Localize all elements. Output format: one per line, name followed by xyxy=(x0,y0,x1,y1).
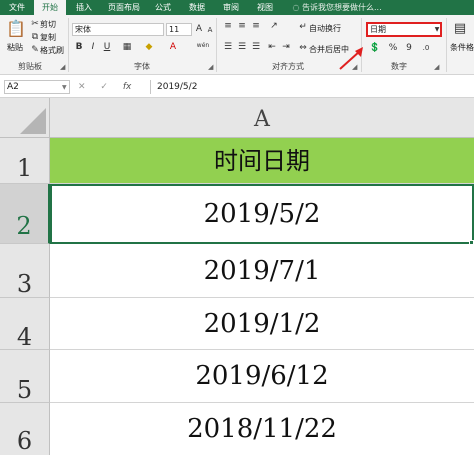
wrap-text-icon: ↵ xyxy=(299,22,307,32)
tab-review[interactable]: 审阅 xyxy=(214,0,248,15)
insert-function-icon[interactable]: fx xyxy=(123,82,132,92)
font-launcher-icon[interactable]: ◢ xyxy=(208,63,213,71)
font-name-select[interactable]: 宋体 xyxy=(72,23,164,36)
copy-button[interactable]: 复制 xyxy=(40,32,56,43)
cell-a6[interactable]: 2018/11/22 xyxy=(50,403,474,455)
chevron-down-icon[interactable]: ▼ xyxy=(433,25,441,35)
group-label-font: 字体 xyxy=(134,62,150,71)
confirm-entry-icon[interactable]: ✓ xyxy=(100,82,108,92)
align-top-icon[interactable]: ≡ xyxy=(222,21,234,31)
group-separator xyxy=(446,18,447,72)
accounting-format-icon[interactable]: 💲 xyxy=(368,43,382,53)
row-header-4[interactable]: 4 xyxy=(0,298,50,351)
cell-a3[interactable]: 2019/7/1 xyxy=(50,244,474,298)
ribbon-home: 📋 粘贴 ✂ 剪切 ⧉ 复制 ✎ 格式刷 剪贴板 ◢ 宋体 11 A A B I… xyxy=(0,15,474,75)
align-bottom-icon[interactable]: ≡ xyxy=(250,21,262,31)
underline-button[interactable]: U xyxy=(102,42,112,52)
select-all-corner[interactable] xyxy=(0,98,50,138)
row-header-5[interactable]: 5 xyxy=(0,350,50,404)
chevron-down-icon[interactable]: ▼ xyxy=(62,84,67,91)
row-header-3[interactable]: 3 xyxy=(0,244,50,298)
align-left-icon[interactable]: ☰ xyxy=(222,42,234,52)
conditional-format-button[interactable]: 条件格式 xyxy=(450,42,474,53)
group-separator xyxy=(216,18,217,72)
lightbulb-icon: ◌ xyxy=(292,3,300,12)
number-launcher-icon[interactable]: ◢ xyxy=(434,63,439,71)
tab-page-layout[interactable]: 页面布局 xyxy=(102,0,146,15)
increase-indent-icon[interactable]: ⇥ xyxy=(280,42,292,52)
tab-formulas[interactable]: 公式 xyxy=(146,0,180,15)
formula-buttons: ✕ ✓ fx xyxy=(78,80,131,94)
decrease-indent-icon[interactable]: ⇤ xyxy=(266,42,278,52)
tab-view[interactable]: 视图 xyxy=(248,0,282,15)
conditional-format-icon[interactable]: ▤ xyxy=(452,21,468,37)
cell-a1[interactable]: 时间日期 xyxy=(50,138,474,184)
borders-icon[interactable]: ▦ xyxy=(122,42,132,52)
group-label-number: 数字 xyxy=(391,62,407,71)
row-header-6[interactable]: 6 xyxy=(0,403,50,455)
wrap-text-button[interactable]: 自动换行 xyxy=(309,23,341,34)
format-painter-button[interactable]: 格式刷 xyxy=(40,45,64,56)
paste-icon[interactable]: 📋 xyxy=(4,19,28,39)
align-middle-icon[interactable]: ≡ xyxy=(236,21,248,31)
shrink-font-icon[interactable]: A xyxy=(205,25,215,35)
fill-color-icon[interactable]: ◆ xyxy=(144,42,154,52)
tab-data[interactable]: 数据 xyxy=(180,0,214,15)
tab-insert[interactable]: 插入 xyxy=(66,0,102,15)
percent-style-button[interactable]: % xyxy=(388,43,398,53)
highlight-arrow-icon xyxy=(339,47,363,70)
merge-center-icon: ⇔ xyxy=(299,43,307,53)
align-center-icon[interactable]: ☰ xyxy=(236,42,248,52)
orientation-icon[interactable]: ↗ xyxy=(268,21,280,31)
ribbon-tab-bar: 文件 开始 插入 页面布局 公式 数据 审阅 视图 ◌ 告诉我您想要做什么... xyxy=(0,0,474,15)
format-painter-icon: ✎ xyxy=(31,45,39,55)
copy-icon: ⧉ xyxy=(31,32,39,42)
cut-button[interactable]: 剪切 xyxy=(40,19,56,30)
increase-decimal-icon[interactable]: .0 xyxy=(420,43,432,53)
group-label-alignment: 对齐方式 xyxy=(272,62,304,71)
fill-handle[interactable] xyxy=(469,240,474,245)
align-right-icon[interactable]: ☰ xyxy=(250,42,262,52)
tab-home[interactable]: 开始 xyxy=(34,0,66,15)
tab-file[interactable]: 文件 xyxy=(0,0,34,15)
group-label-clipboard: 剪贴板 xyxy=(18,62,42,71)
italic-button[interactable]: I xyxy=(88,42,98,52)
phonetic-icon[interactable]: wén xyxy=(194,41,212,51)
formula-input[interactable]: 2019/5/2 xyxy=(150,80,470,94)
select-all-triangle-icon xyxy=(20,108,46,134)
scissors-icon: ✂ xyxy=(31,19,39,29)
worksheet-grid: A 1 时间日期 2 2019/5/2 3 2019/7/1 4 2019/1/… xyxy=(0,98,474,455)
cell-a5[interactable]: 2019/6/12 xyxy=(50,350,474,403)
cancel-entry-icon[interactable]: ✕ xyxy=(78,82,86,92)
grow-font-icon[interactable]: A xyxy=(194,24,204,34)
paste-button[interactable]: 粘贴 xyxy=(7,42,23,53)
row-header-1[interactable]: 1 xyxy=(0,138,50,184)
cell-a4[interactable]: 2019/1/2 xyxy=(50,298,474,350)
comma-style-button[interactable]: 9 xyxy=(404,43,414,53)
number-format-select[interactable]: 日期 xyxy=(366,22,442,37)
group-separator xyxy=(68,18,69,72)
formula-bar: A2 ▼ ✕ ✓ fx 2019/5/2 xyxy=(0,76,474,98)
name-box[interactable]: A2 xyxy=(4,80,70,94)
tell-me-search[interactable]: 告诉我您想要做什么... xyxy=(302,0,422,15)
clipboard-launcher-icon[interactable]: ◢ xyxy=(60,63,65,71)
font-color-icon[interactable]: A xyxy=(168,42,178,52)
column-header-a[interactable]: A xyxy=(50,98,474,138)
cell-a2[interactable]: 2019/5/2 xyxy=(50,184,474,244)
row-header-2[interactable]: 2 xyxy=(0,184,50,244)
bold-button[interactable]: B xyxy=(74,42,84,52)
font-size-select[interactable]: 11 xyxy=(166,23,192,36)
